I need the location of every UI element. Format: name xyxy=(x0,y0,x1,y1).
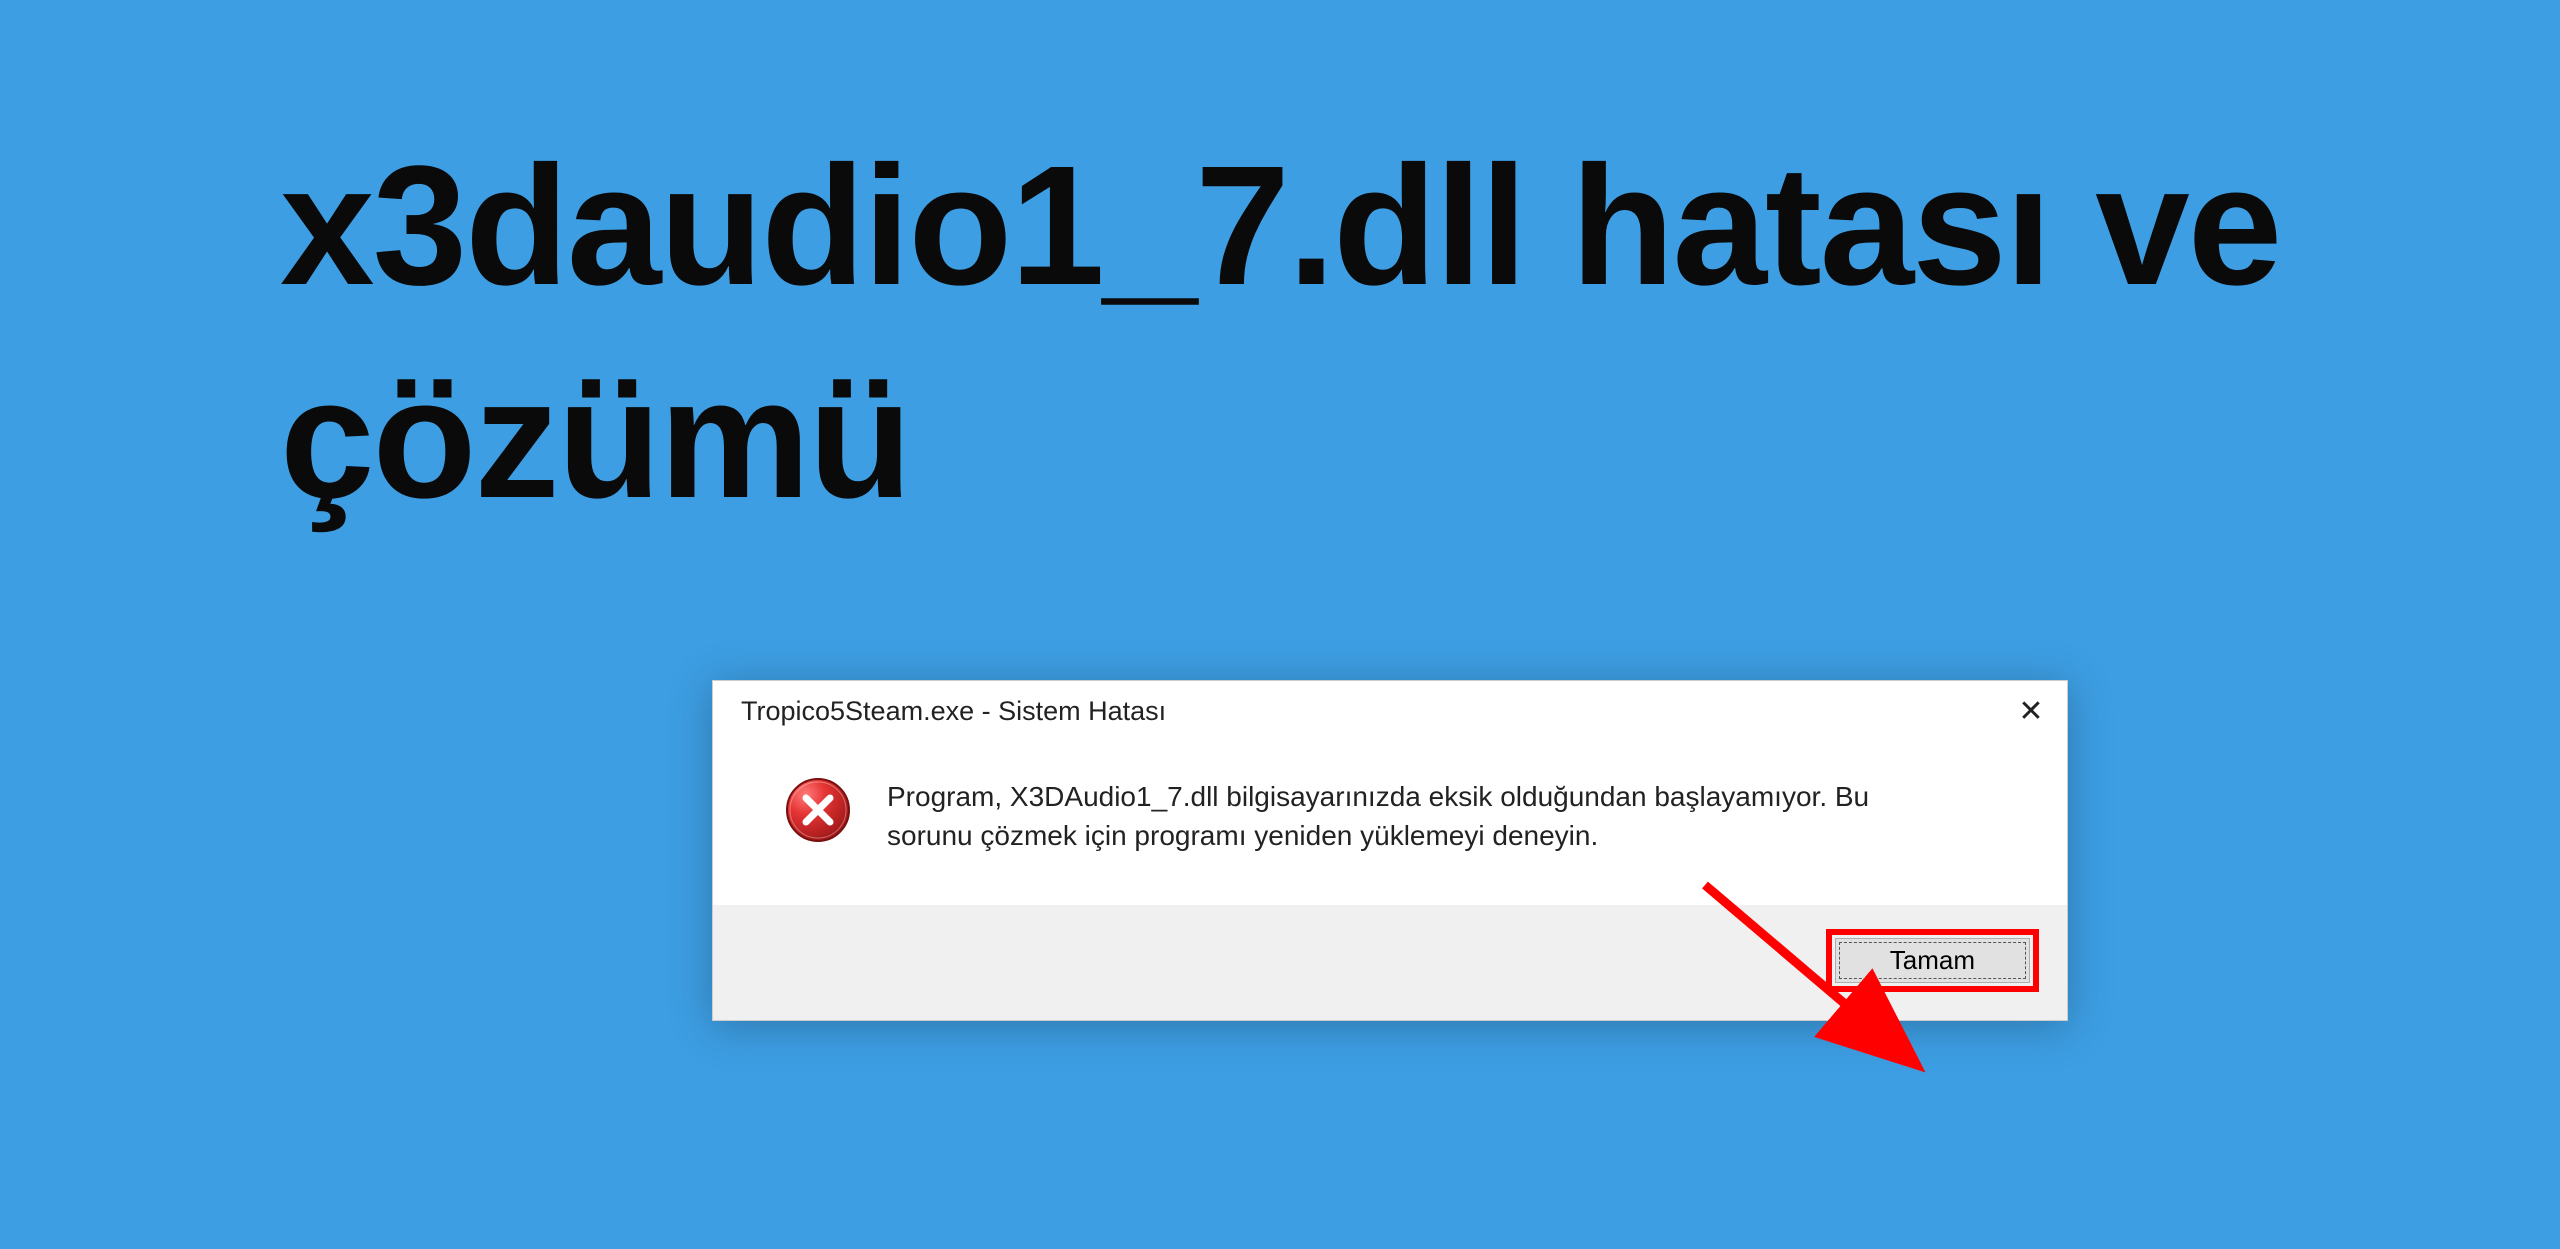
error-icon xyxy=(785,777,851,848)
dialog-body: Program, X3DAudio1_7.dll bilgisayarınızd… xyxy=(713,741,2067,905)
ok-button[interactable]: Tamam xyxy=(1835,938,2030,983)
page-headline: x3daudio1_7.dll hatası ve çözümü xyxy=(280,120,2380,545)
highlight-box: Tamam xyxy=(1826,929,2039,992)
close-icon: ✕ xyxy=(2018,694,2043,729)
dialog-message: Program, X3DAudio1_7.dll bilgisayarınızd… xyxy=(887,777,2019,855)
dialog-titlebar[interactable]: Tropico5Steam.exe - Sistem Hatası ✕ xyxy=(713,681,2067,741)
error-dialog: Tropico5Steam.exe - Sistem Hatası ✕ Prog… xyxy=(712,680,2068,1021)
close-button[interactable]: ✕ xyxy=(2015,695,2047,727)
dialog-title: Tropico5Steam.exe - Sistem Hatası xyxy=(741,696,1166,727)
dialog-footer: Tamam xyxy=(713,905,2067,1020)
